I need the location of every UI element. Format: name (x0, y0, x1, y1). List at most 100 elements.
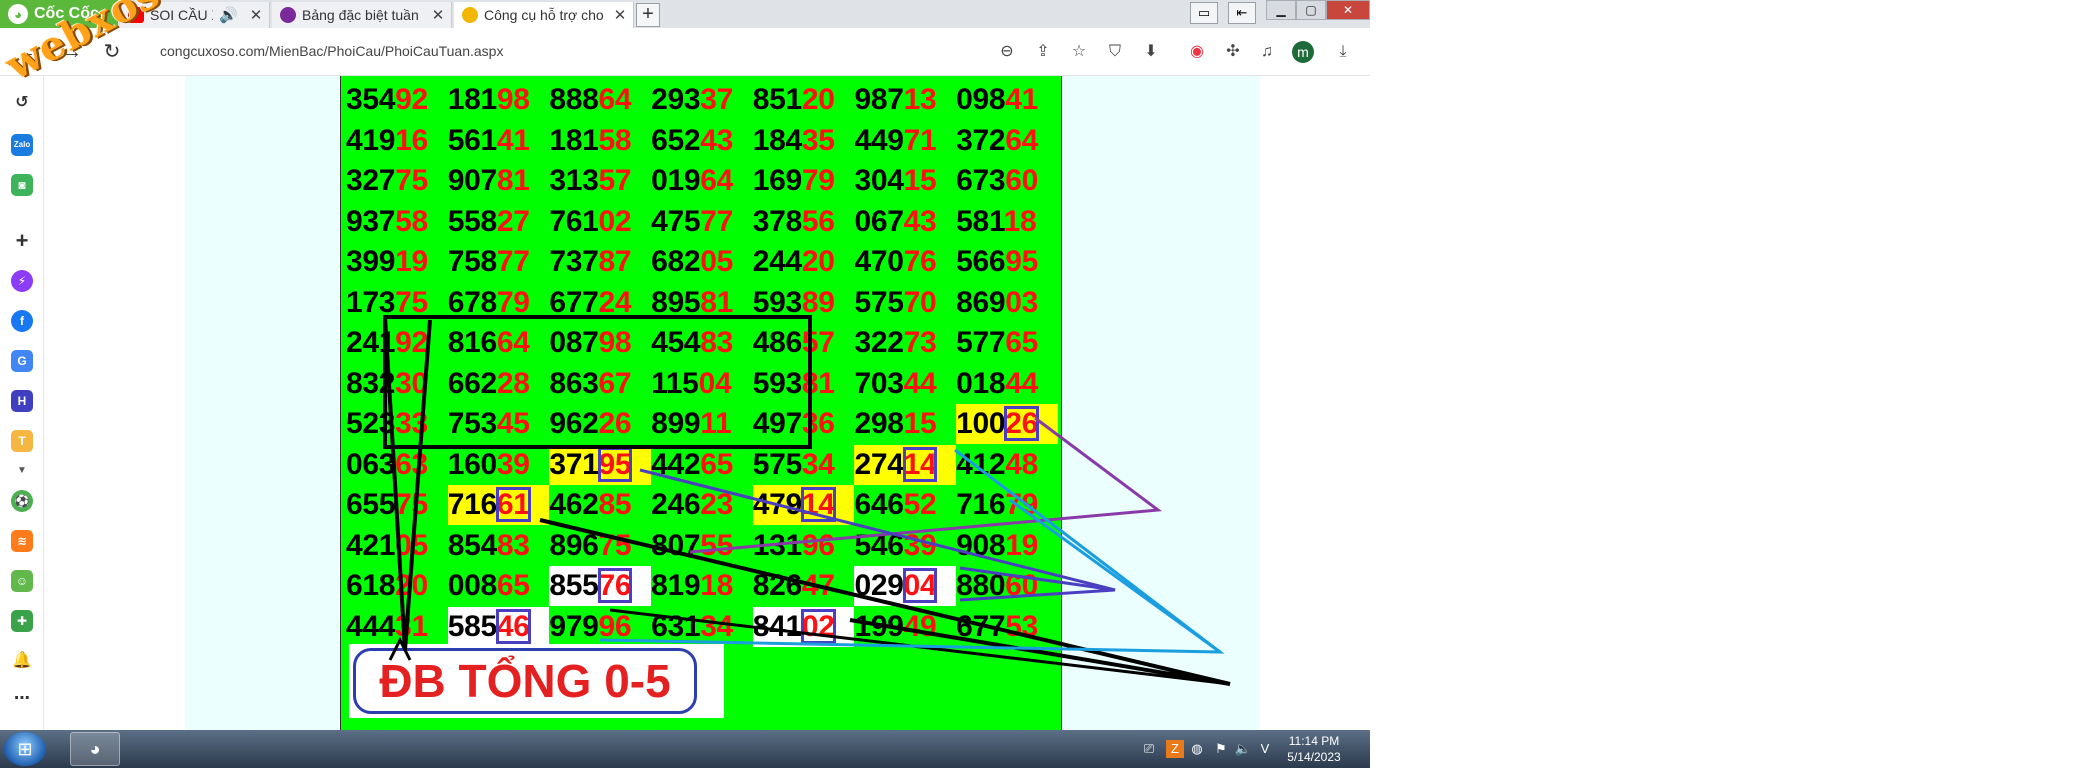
board-row: 93758 55827 76102 47577 37856 06743 58118 (346, 202, 1058, 242)
tray-v-icon[interactable]: V (1256, 740, 1274, 758)
board-cell: 24192 (346, 323, 448, 363)
cell-last-two-digits: 30 (395, 366, 428, 400)
zoom-icon[interactable]: ⊖ (996, 41, 1018, 63)
extensions-puzzle-icon[interactable]: ✣ (1222, 41, 1244, 63)
board-cell: 41916 (346, 121, 448, 161)
page-margin-right (1062, 76, 1260, 730)
board-cell: 27414 (854, 444, 957, 485)
cell-last-two-digits: 36 (801, 407, 835, 440)
cell-last-two-digits: 24 (598, 285, 632, 319)
extension-color-icon[interactable]: ◉ (1186, 41, 1208, 63)
h-app-icon[interactable]: H (11, 390, 33, 412)
cell-prefix: 313 (549, 164, 599, 197)
tray-network-icon[interactable]: ⎚ (1140, 740, 1158, 758)
close-window-icon[interactable]: ✕ (1326, 0, 1370, 20)
shield-icon[interactable]: ⛉ (1104, 41, 1126, 63)
board-row: 61820 00865 85576 81918 82647 02904 88060 (346, 566, 1058, 606)
mascot-icon[interactable]: ☺ (11, 570, 33, 592)
history-icon[interactable]: ↺ (11, 92, 33, 114)
speaker-icon[interactable]: 🔊 (219, 6, 238, 24)
download-page-icon[interactable]: ⬇ (1140, 41, 1162, 63)
board-cell: 08798 (549, 323, 651, 363)
cell-last-two-digits: 60 (1005, 164, 1039, 197)
cell-prefix: 593 (752, 285, 802, 319)
tab-close-icon[interactable]: ✕ (247, 6, 265, 24)
minimize-icon[interactable]: ▁ (1266, 0, 1296, 20)
cell-prefix: 244 (752, 245, 802, 278)
board-cell: 39919 (346, 242, 448, 282)
cell-last-two-digits: 34 (801, 447, 835, 481)
cell-prefix: 115 (651, 366, 699, 400)
address-toolbar: ← → ↻ congcuxoso.com/MienBac/PhoiCau/Pho… (0, 28, 1370, 76)
board-cell: 32273 (854, 323, 956, 363)
cell-last-two-digits: 60 (1005, 569, 1039, 602)
cell-prefix: 442 (651, 447, 701, 481)
tab-close-icon[interactable]: ✕ (611, 6, 629, 24)
cell-last-two-digits: 16 (395, 123, 428, 157)
cell-prefix: 523 (346, 407, 396, 440)
cell-prefix: 462 (549, 488, 599, 521)
tab-cong-cu[interactable]: Công cụ hỗ trợ cho người ch ✕ (454, 2, 634, 28)
shopping-icon[interactable]: ≋ (11, 530, 33, 552)
cell-prefix: 018 (956, 366, 1006, 400)
cell-last-two-digits: 76 (903, 245, 937, 278)
more-down-icon[interactable]: ▼ (11, 460, 33, 482)
add-panel-icon[interactable]: + (11, 230, 33, 252)
maximize-icon[interactable]: ▢ (1296, 0, 1326, 20)
bell-icon[interactable]: 🔔 (11, 650, 33, 672)
t-app-icon[interactable]: T (11, 430, 33, 452)
cell-last-two-digits: 35 (801, 123, 835, 157)
board-cell: 45483 (651, 323, 753, 363)
messenger-icon[interactable]: ⚡ (11, 270, 33, 292)
board-cell: 35492 (346, 80, 448, 120)
football-icon[interactable]: ⚽ (11, 490, 33, 512)
cell-prefix: 962 (549, 407, 599, 440)
board-cell: 46285 (549, 485, 651, 525)
gamepad-icon[interactable]: ◙ (11, 174, 33, 196)
more-options-icon[interactable]: ⋯ (11, 688, 33, 710)
tab-close-icon[interactable]: ✕ (429, 6, 447, 24)
bookmark-star-icon[interactable]: ☆ (1068, 41, 1090, 63)
cell-last-two-digits: 14 (800, 487, 836, 522)
board-cell: 10026 (956, 404, 1058, 444)
zalo-icon[interactable]: Zalo (11, 134, 33, 156)
board-cell: 13196 (753, 526, 855, 566)
gift-icon[interactable]: ✚ (11, 610, 33, 632)
taskbar-coccoc-app[interactable]: ◕ (70, 732, 120, 766)
board-cell: 68205 (651, 242, 753, 282)
cell-prefix: 753 (447, 407, 497, 440)
board-row: 44431 58546 97996 63134 84102 19949 67753 (346, 606, 1058, 647)
tray-volume-icon[interactable]: 🔈 (1234, 740, 1252, 758)
tab-bang-dac-biet[interactable]: Bảng đặc biệt tuần Xổ Số Tru ✕ (272, 2, 452, 28)
start-button[interactable]: ⊞ (4, 732, 46, 766)
reader-mode-icon[interactable]: ▭ (1190, 2, 1218, 24)
board-cell: 90781 (448, 161, 550, 201)
new-tab-button[interactable]: + (636, 3, 660, 27)
cell-last-two-digits: 41 (1005, 83, 1039, 116)
board-row: 83230 66228 86367 11504 59381 70344 01844 (346, 364, 1058, 404)
facebook-icon[interactable]: f (11, 310, 33, 332)
share-icon[interactable]: ⇪ (1032, 41, 1054, 63)
board-cell: 67360 (956, 161, 1058, 201)
cell-prefix: 087 (549, 326, 599, 359)
board-cell: 57570 (854, 283, 956, 323)
back-history-icon[interactable]: ⇤ (1228, 2, 1256, 24)
board-cell: 37264 (956, 121, 1058, 161)
profile-avatar[interactable]: m (1292, 41, 1314, 63)
translate-icon[interactable]: G (11, 350, 33, 372)
downloads-icon[interactable]: ⤓ (1332, 41, 1354, 63)
cell-prefix: 558 (447, 204, 497, 238)
cell-last-two-digits: 28 (496, 366, 530, 400)
tray-app-icon[interactable]: Z (1166, 740, 1184, 758)
taskbar-clock[interactable]: 11:14 PM 5/14/2023 (1276, 733, 1352, 765)
cell-last-two-digits: 39 (496, 447, 530, 481)
tray-flag-icon[interactable]: ⚑ (1212, 740, 1230, 758)
tray-globe-icon[interactable]: ◍ (1188, 740, 1206, 758)
cell-prefix: 908 (956, 528, 1006, 562)
cell-prefix: 173 (346, 285, 396, 319)
url-field[interactable]: congcuxoso.com/MienBac/PhoiCau/PhoiCauTu… (160, 43, 503, 59)
media-queue-icon[interactable]: ♫ (1256, 41, 1278, 63)
cell-prefix: 618 (346, 569, 396, 602)
cell-prefix: 274 (854, 447, 904, 481)
board-cell: 54639 (854, 526, 956, 566)
